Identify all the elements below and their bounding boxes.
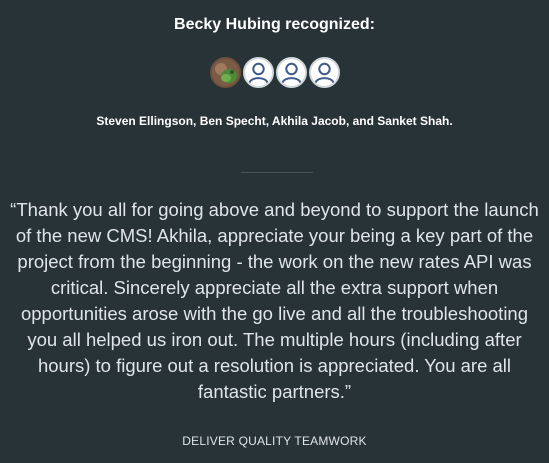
recipient-names: Steven Ellingson, Ben Specht, Akhila Jac… [96,114,453,128]
recipient-avatar-1[interactable] [209,57,241,88]
recipient-avatars [0,57,549,88]
default-user-icon [248,62,268,84]
recipient-avatar-3[interactable] [275,57,307,88]
section-divider [241,172,313,173]
core-value-tag: DELIVER QUALITY TEAMWORK [182,434,367,448]
default-user-icon [281,62,301,84]
user-photo-avatar-icon [211,59,239,86]
recognition-heading: Becky Hubing recognized: [174,16,375,33]
default-user-icon [314,62,334,84]
recipient-avatar-4[interactable] [308,57,340,88]
recipient-avatar-2[interactable] [242,57,274,88]
recognition-card: Becky Hubing recognized: Steven Ellingso… [0,0,549,463]
recognition-message: “Thank you all for going above and beyon… [10,199,539,402]
